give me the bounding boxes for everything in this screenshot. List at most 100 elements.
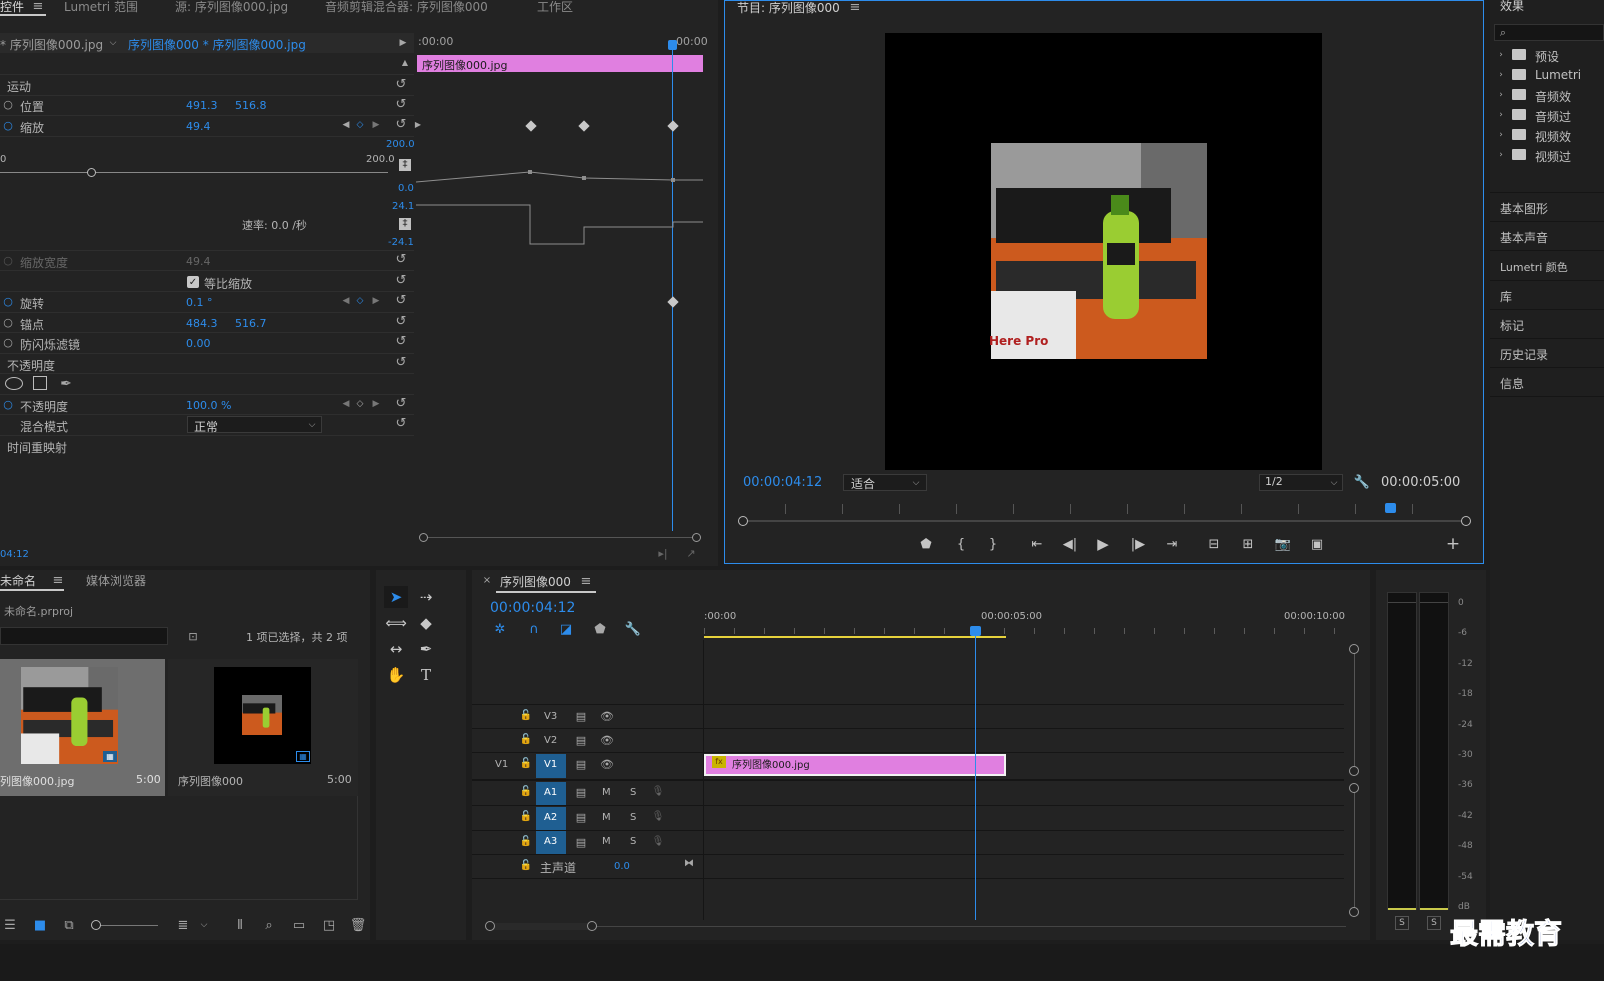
razor-tool-icon[interactable]: ◆ [414,612,438,634]
graph-toggle-icon[interactable]: ‡ [399,159,411,171]
icon-view-icon[interactable]: ■ [33,918,47,932]
reset-icon[interactable]: ↺ [394,314,408,328]
stopwatch-active-icon[interactable]: ○ [2,119,14,131]
reset-icon[interactable]: ↺ [394,117,408,131]
audio-scrollbar[interactable] [1354,788,1355,912]
play-triangle-icon[interactable]: ▶ [398,38,408,48]
chevron-right-icon[interactable]: › [1497,90,1505,100]
scroll-up-icon[interactable]: ▲ [400,58,410,68]
stopwatch-active-icon[interactable]: ○ [2,295,14,307]
export-icon[interactable]: ↗ [684,547,698,559]
opacity-value[interactable]: 100.0 % [186,399,231,412]
scrub-bar[interactable] [743,520,1465,522]
mute-button[interactable]: M [602,787,611,798]
lift-icon[interactable]: ⊟ [1204,535,1224,553]
add-keyframe-icon[interactable]: ◇ [355,399,365,409]
nest-icon[interactable]: ✲ [492,622,508,636]
wrench-icon[interactable]: 🔧 [1354,474,1370,490]
scroll-handle[interactable] [485,921,495,931]
panel-history[interactable]: 历史记录 [1500,346,1548,363]
reset-icon[interactable]: ↺ [394,293,408,307]
ec-playhead-handle[interactable] [668,40,677,50]
graph-toggle-icon[interactable]: ‡ [399,218,411,230]
anti-flicker-value[interactable]: 0.00 [186,337,211,350]
sort-icon[interactable]: ≣ [175,918,191,932]
eye-icon[interactable]: 👁 [600,710,614,722]
type-tool-icon[interactable]: T [414,664,438,686]
search-icon[interactable]: ⌕ [262,918,276,932]
stopwatch-active-icon[interactable]: ○ [2,398,14,410]
freeform-view-icon[interactable]: ⧉ [60,918,78,932]
ripple-edit-tool-icon[interactable]: ⟺ [384,612,408,634]
effects-folder-item[interactable]: 视频过 [1535,148,1571,165]
prev-keyframe-icon[interactable]: ◀ [341,296,351,306]
panel-libraries[interactable]: 库 [1500,288,1512,305]
effects-title[interactable]: 效果 [1500,0,1524,14]
sync-lock-icon[interactable]: ▤ [574,786,588,798]
sync-lock-icon[interactable]: ▤ [574,734,588,746]
tab-lumetri-scope[interactable]: Lumetri 范围 [64,0,138,15]
chevron-right-icon[interactable]: › [1497,110,1505,120]
reset-icon[interactable]: ↺ [394,416,408,430]
keyframe[interactable] [667,296,679,308]
position-x-value[interactable]: 491.3 [186,99,218,112]
mark-in-icon[interactable]: { [951,535,971,553]
chevron-down-icon[interactable]: ⌵ [1329,478,1339,488]
go-to-in-icon[interactable]: ⇤ [1027,535,1047,553]
microphone-icon[interactable]: 🎙 [652,811,665,823]
scroll-handle[interactable] [587,921,597,931]
lock-icon[interactable]: 🔓 [520,734,532,746]
uniform-scale-checkbox[interactable]: ✓ [187,276,199,288]
scroll-handle[interactable] [1349,766,1359,776]
ellipse-mask-icon[interactable] [5,377,23,390]
automate-to-sequence-icon[interactable]: ⫴ [232,918,248,932]
reset-icon[interactable]: ↺ [394,273,408,287]
tab-project[interactable]: 未命名 [0,572,36,589]
new-item-icon[interactable]: ◳ [322,918,336,932]
stopwatch-icon[interactable]: ○ [2,316,14,328]
scrub-start-handle[interactable] [738,516,748,526]
solo-left-button[interactable]: S [1395,916,1409,930]
anchor-y-value[interactable]: 516.7 [235,317,267,330]
mute-button[interactable]: M [602,836,611,847]
ec-playhead[interactable] [672,40,673,531]
list-view-icon[interactable]: ☰ [2,918,18,932]
effects-folder-item[interactable]: 预设 [1535,48,1559,65]
add-keyframe-icon[interactable]: ◇ [355,120,365,130]
chevron-right-icon[interactable]: › [1497,50,1505,60]
work-area-bar[interactable] [704,636,1006,638]
chevron-down-icon[interactable]: ⌵ [307,420,317,430]
pen-mask-icon[interactable]: ✒ [58,376,74,392]
lock-icon[interactable]: 🔓 [520,860,532,872]
project-search-input[interactable] [0,627,168,645]
add-button-icon[interactable]: + [1443,534,1463,554]
timeline-zoom-thumb[interactable] [490,923,592,930]
slip-tool-icon[interactable]: ↔ [384,638,408,660]
track-name-v3[interactable]: V3 [544,711,557,722]
mute-button[interactable]: M [602,812,611,823]
sync-lock-icon[interactable]: ▤ [574,811,588,823]
sync-lock-icon[interactable]: ▤ [574,758,588,770]
scale-slider-thumb[interactable] [87,168,96,177]
scroll-handle[interactable] [692,533,701,542]
solo-button[interactable]: S [630,787,636,798]
eye-icon[interactable]: 👁 [600,734,614,746]
program-title[interactable]: 节目: 序列图像000 [737,0,840,16]
go-to-end-icon[interactable]: ⧓ [682,858,696,870]
new-bin-icon[interactable]: ▭ [292,918,306,932]
microphone-icon[interactable]: 🎙 [652,836,665,848]
keyframe[interactable] [525,120,537,132]
source-patch-v1[interactable]: V1 [495,759,508,770]
lock-icon[interactable]: 🔓 [520,758,532,770]
panel-lumetri-color[interactable]: Lumetri 颜色 [1500,259,1568,275]
prev-keyframe-icon[interactable]: ◀ [341,399,351,409]
effects-folder-item[interactable]: Lumetri [1535,68,1581,82]
lock-icon[interactable]: 🔓 [520,710,532,722]
chevron-down-icon[interactable]: ⌵ [199,920,209,930]
scroll-handle[interactable] [419,533,428,542]
master-clip-name[interactable]: * 序列图像000.jpg [0,36,103,53]
motion-label[interactable]: 运动 [7,78,31,95]
effects-folder-item[interactable]: 视频效 [1535,128,1571,145]
program-timecode[interactable]: 00:00:04:12 [743,475,822,490]
chevron-right-icon[interactable]: › [1497,130,1505,140]
